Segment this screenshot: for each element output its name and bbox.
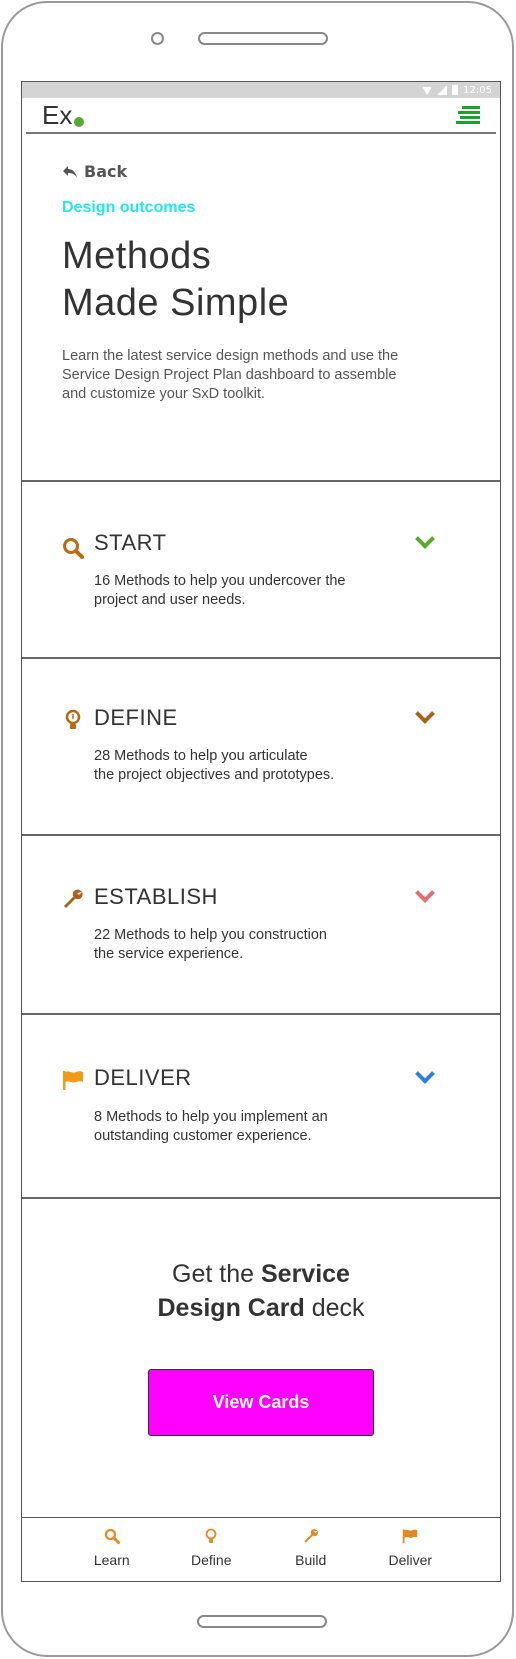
phase-title-establish: ESTABLISH: [94, 884, 218, 909]
phase-description-deliver: 8 Methods to help you implement an outst…: [94, 1108, 394, 1146]
hero-section: Back Design outcomes Methods Made Simple…: [22, 134, 500, 482]
page-title: Methods Made Simple: [62, 233, 460, 327]
desc-line-1: 22 Methods to help you construction: [94, 927, 327, 943]
phase-description-define: 28 Methods to help you articulate the pr…: [94, 747, 394, 785]
signal-icon: [437, 85, 448, 95]
cta-text-2: deck: [304, 1294, 365, 1322]
desc-line-2: the project objectives and prototypes.: [94, 767, 335, 783]
front-camera: [151, 32, 164, 45]
phase-description-start: 16 Methods to help you undercover the pr…: [94, 572, 394, 610]
cta-bold-2: Design Card: [157, 1294, 305, 1322]
phase-title-start: START: [94, 530, 167, 555]
view-cards-button[interactable]: View Cards: [148, 1369, 374, 1436]
app-header: Ex: [26, 98, 496, 134]
cta-bold-1: Service: [260, 1260, 350, 1288]
title-line-1: Methods: [62, 235, 212, 277]
home-button[interactable]: [197, 1615, 327, 1628]
chevron-down-icon[interactable]: [415, 704, 435, 724]
status-bar: 12:05: [22, 82, 500, 98]
phone-frame: 12:05 Ex Back Design outcomes Methods Ma…: [1, 1, 514, 1657]
phase-deliver[interactable]: DELIVER 8 Methods to help you implement …: [22, 1015, 500, 1199]
chevron-down-icon[interactable]: [415, 529, 435, 549]
earpiece-speaker: [198, 32, 328, 45]
nav-item-build[interactable]: Build: [271, 1518, 351, 1581]
cta-text-1: Get the: [172, 1260, 261, 1288]
chevron-down-icon[interactable]: [415, 1064, 435, 1084]
logo[interactable]: Ex: [42, 99, 85, 131]
back-label: Back: [84, 162, 128, 181]
phase-start[interactable]: START 16 Methods to help you undercover …: [22, 482, 500, 659]
reply-arrow-icon: [63, 165, 77, 178]
desc-line-1: 8 Methods to help you implement an: [94, 1109, 328, 1125]
nav-item-deliver[interactable]: Deliver: [370, 1518, 450, 1581]
app-screen: 12:05 Ex Back Design outcomes Methods Ma…: [21, 81, 501, 1582]
desc-line-2: outstanding customer experience.: [94, 1128, 312, 1144]
desc-line-1: 16 Methods to help you undercover the: [94, 573, 346, 589]
wrench-icon: [304, 1529, 318, 1543]
nav-item-learn[interactable]: Learn: [72, 1518, 152, 1581]
logo-dot: [74, 116, 85, 127]
hamburger-menu-icon[interactable]: [456, 106, 480, 124]
card-deck-cta: Get the Service Design Card deck View Ca…: [22, 1199, 500, 1499]
desc-line-2: the service experience.: [94, 946, 244, 962]
title-line-2: Made Simple: [62, 282, 290, 324]
nav-item-define[interactable]: Define: [171, 1518, 251, 1581]
flag-icon: [402, 1529, 418, 1544]
search-icon: [63, 538, 84, 559]
nav-label-learn: Learn: [93, 1552, 130, 1568]
phase-title-define: DEFINE: [94, 705, 178, 730]
hero-description: Learn the latest service design methods …: [62, 348, 399, 402]
bottom-navigation: Learn Define Build Deliver: [22, 1517, 500, 1581]
phase-establish[interactable]: ESTABLISH 22 Methods to help you constru…: [22, 836, 500, 1015]
nav-label-define: Define: [191, 1552, 232, 1568]
nav-label-deliver: Deliver: [388, 1552, 433, 1568]
desc-line-2: project and user needs.: [94, 592, 246, 608]
flag-icon: [63, 1071, 83, 1090]
phase-title-deliver: DELIVER: [94, 1065, 192, 1090]
lightbulb-icon: [65, 709, 81, 729]
wifi-icon: [422, 87, 433, 95]
wrench-icon: [64, 889, 83, 908]
back-link[interactable]: Back: [62, 162, 460, 181]
search-icon: [104, 1528, 120, 1544]
desc-line-1: 28 Methods to help you articulate: [94, 748, 308, 764]
phase-define[interactable]: DEFINE 28 Methods to help you articulate…: [22, 659, 500, 836]
logo-text: Ex: [42, 99, 73, 130]
phase-description-establish: 22 Methods to help you construction the …: [94, 926, 394, 964]
eyebrow-label: Design outcomes: [62, 199, 196, 216]
cta-heading: Get the Service Design Card deck: [22, 1257, 500, 1325]
chevron-down-icon[interactable]: [415, 883, 435, 903]
status-time: 12:05: [463, 84, 492, 96]
battery-icon: [452, 85, 459, 95]
nav-label-build: Build: [295, 1552, 327, 1568]
lightbulb-icon: [205, 1528, 217, 1543]
